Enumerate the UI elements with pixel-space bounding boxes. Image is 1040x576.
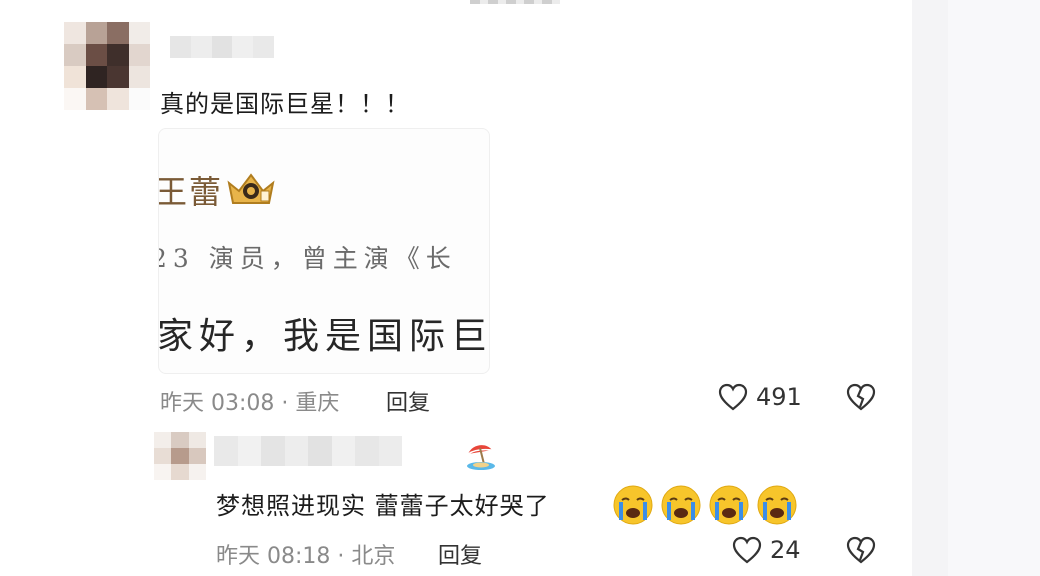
reply-button[interactable]: 回复 (386, 385, 430, 417)
crying-face-icon (757, 485, 797, 525)
quoted-bio: 23 演员，曾主演《长 (158, 244, 457, 273)
avatar[interactable] (64, 22, 150, 110)
comment-meta: 昨天 03:08 · 重庆 (160, 391, 340, 416)
crown-icon (227, 173, 275, 204)
username-blurred[interactable] (170, 36, 274, 58)
right-gutter-inner (948, 0, 1040, 576)
like-button[interactable]: 491 (718, 383, 802, 411)
username-blurred[interactable] (214, 436, 402, 466)
quoted-name: 王蕾 (158, 173, 224, 211)
comment-panel: 真的是国际巨星！！！ 王蕾 23 演员，曾主演《长 家好，我是国际巨 昨天 03… (0, 0, 912, 576)
reply-button[interactable]: 回复 (438, 538, 482, 570)
like-count: 491 (756, 383, 802, 411)
beach-umbrella-icon (467, 445, 495, 470)
broken-heart-icon[interactable] (846, 383, 876, 411)
heart-outline-icon (718, 383, 748, 411)
emoji-group (612, 484, 798, 526)
comment-text: 真的是国际巨星！！！ (160, 90, 410, 118)
crying-face-icon (709, 485, 749, 525)
like-button[interactable]: 24 (732, 536, 801, 564)
comment-text: 梦想照进现实 蕾蕾子太好哭了 (216, 492, 550, 520)
broken-heart-icon[interactable] (846, 536, 876, 564)
like-count: 24 (770, 536, 801, 564)
right-gutter (912, 0, 1040, 576)
avatar[interactable] (154, 432, 206, 480)
comment-meta: 昨天 08:18 · 北京 (216, 544, 396, 569)
crying-face-icon (613, 485, 653, 525)
heart-outline-icon (732, 536, 762, 564)
quoted-image-card[interactable]: 王蕾 23 演员，曾主演《长 家好，我是国际巨 (158, 128, 490, 374)
quoted-body: 家好，我是国际巨 (158, 316, 490, 357)
crying-face-icon (661, 485, 701, 525)
top-scroll-hint (470, 0, 560, 4)
